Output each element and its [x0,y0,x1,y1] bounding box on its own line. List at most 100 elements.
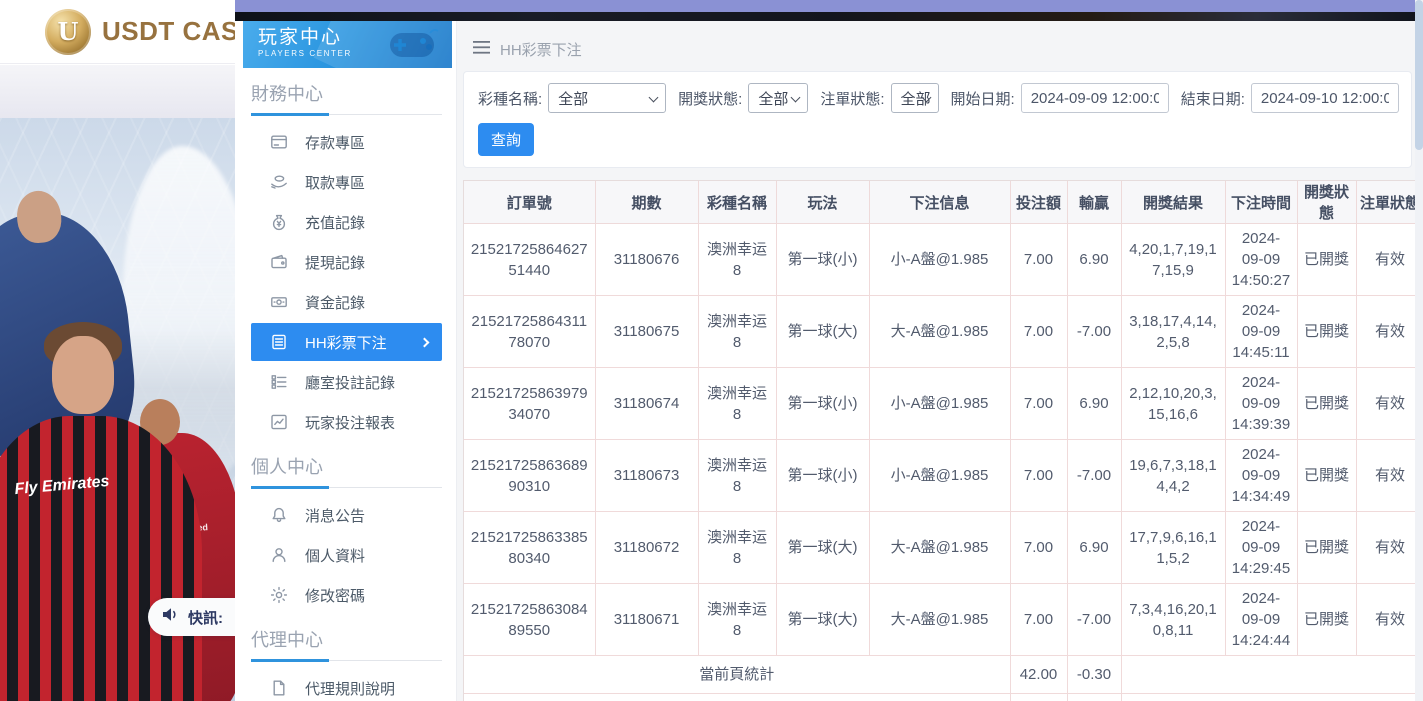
sidebar-item[interactable]: 存款專區 [251,123,442,161]
recharge-moneybag-icon [270,213,288,231]
table-cell: 4,20,1,7,19,17,15,9 [1121,224,1225,296]
sidebar-item-label: 修改密碼 [305,585,365,606]
top-dark-strip [235,12,1423,21]
site-subheader-strip [0,65,235,118]
sidebar-item-label: 提現記錄 [305,252,365,273]
section-underline [251,114,442,115]
draw-status-label: 開獎狀態: [678,88,742,109]
hamburger-menu-icon[interactable] [473,41,490,58]
draw-status-value: 全部 [758,88,788,109]
lottery-type-label: 彩種名稱: [478,88,542,109]
password-gear-icon [270,586,288,604]
table-cell: -7.00 [1067,584,1121,656]
table-cell: 19,6,7,3,18,14,4,2 [1121,440,1225,512]
table-row: 215217258639793407031180674澳洲幸运8第一球(小)小-… [464,368,1423,440]
end-date-label: 結束日期: [1181,88,1245,109]
table-cell: 有效 [1356,296,1423,368]
table-cell: 7,3,4,16,20,10,8,11 [1121,584,1225,656]
table-row: 215217258633858034031180672澳洲幸运8第一球(大)大-… [464,512,1423,584]
table-cell: 7.00 [1010,368,1067,440]
casino-logo-text: USDT CASINO [102,16,235,47]
column-header: 訂單號 [464,181,595,224]
table-cell: 31180676 [595,224,698,296]
column-header: 玩法 [776,181,869,224]
scrollbar-thumb[interactable] [1415,0,1423,150]
sidebar-item-label: 玩家投注報表 [305,412,395,433]
table-cell: 有效 [1356,584,1423,656]
withdraw-hand-icon [270,173,288,191]
section-title: 個人中心 [251,453,456,479]
table-cell: 大-A盤@1.985 [869,512,1010,584]
sidebar-item[interactable]: 資金記錄 [251,283,442,321]
start-date-input[interactable] [1021,83,1169,113]
sidebar: 玩家中心 PLAYERS CENTER 財務中心存款專區取款專區充值記錄提現記錄… [235,21,457,701]
table-cell: 第一球(大) [776,584,869,656]
table-cell: 已開獎 [1297,512,1356,584]
section-title: 代理中心 [251,626,456,652]
table-cell: 已開獎 [1297,296,1356,368]
player-head [52,336,114,414]
column-header: 輸贏 [1067,181,1121,224]
sidebar-item[interactable]: 消息公告 [251,496,442,534]
table-row: 215217258636899031031180673澳洲幸运8第一球(小)小-… [464,440,1423,512]
summary-bet-total: 42.00 [1010,694,1067,701]
end-date-input[interactable] [1251,83,1399,113]
table-cell: 2024-09-09 14:50:27 [1225,224,1297,296]
summary-row: 總統計42.00-0.30 [464,694,1423,701]
chevron-right-icon [420,337,430,347]
summary-winloss-total: -0.30 [1067,694,1121,701]
sidebar-item-label: 存款專區 [305,132,365,153]
sidebar-item[interactable]: 修改密碼 [251,576,442,614]
summary-empty [1121,656,1423,694]
summary-row: 當前頁統計42.00-0.30 [464,656,1423,694]
table-cell: 31180673 [595,440,698,512]
table-row: 215217258643117807031180675澳洲幸运8第一球(大)大-… [464,296,1423,368]
sidebar-item[interactable]: 玩家投注報表 [251,403,442,441]
page-title: HH彩票下注 [500,39,582,60]
summary-empty [1121,694,1423,701]
sidebar-item[interactable]: HH彩票下注 [251,323,442,361]
start-date-label: 開始日期: [951,88,1015,109]
table-cell: 2152172586338580340 [464,512,595,584]
table-cell: 小-A盤@1.985 [869,440,1010,512]
table-cell: 2024-09-09 14:29:45 [1225,512,1297,584]
table-cell: 小-A盤@1.985 [869,368,1010,440]
query-button[interactable]: 查詢 [478,123,534,156]
sidebar-item[interactable]: 取款專區 [251,163,442,201]
background-site: U USDT CASINO Standard Chartered Fly Emi… [0,0,235,701]
table-cell: 31180671 [595,584,698,656]
table-cell: 31180674 [595,368,698,440]
main-content: HH彩票下注 彩種名稱: 全部 開獎狀態: 全部 注單狀態: 全部 [457,21,1423,701]
column-header: 期數 [595,181,698,224]
order-status-select[interactable]: 全部 [891,83,939,113]
sidebar-item[interactable]: 提現記錄 [251,243,442,281]
sidebar-item-label: 取款專區 [305,172,365,193]
table-cell: 小-A盤@1.985 [869,224,1010,296]
table-cell: 2024-09-09 14:24:44 [1225,584,1297,656]
vertical-scrollbar[interactable] [1415,0,1423,701]
table-cell: 已開獎 [1297,584,1356,656]
column-header: 下注信息 [869,181,1010,224]
table-body: 215217258646275144031180676澳洲幸运8第一球(小)小-… [464,224,1423,701]
table-cell: 31180675 [595,296,698,368]
sidebar-item[interactable]: 廳室投註記錄 [251,363,442,401]
table-cell: 第一球(小) [776,368,869,440]
sidebar-item[interactable]: 充值記錄 [251,203,442,241]
sidebar-item[interactable]: 代理規則說明 [251,669,442,701]
table-cell: 澳洲幸运8 [698,296,776,368]
table-cell: 7.00 [1010,440,1067,512]
lottery-bet-icon [270,333,288,351]
casino-logo-icon: U [45,9,91,55]
table-cell: 7.00 [1010,512,1067,584]
sidebar-item[interactable]: 個人資料 [251,536,442,574]
column-header: 投注額 [1010,181,1067,224]
lottery-type-select[interactable]: 全部 [548,83,666,113]
order-status-label: 注單狀態: [820,88,884,109]
table-cell: 2024-09-09 14:45:11 [1225,296,1297,368]
draw-status-select[interactable]: 全部 [748,83,808,113]
table-cell: 2152172586368990310 [464,440,595,512]
summary-label: 當前頁統計 [464,656,1010,694]
withdrawal-wallet-icon [270,253,288,271]
table-cell: -7.00 [1067,296,1121,368]
lottery-type-value: 全部 [558,88,588,109]
